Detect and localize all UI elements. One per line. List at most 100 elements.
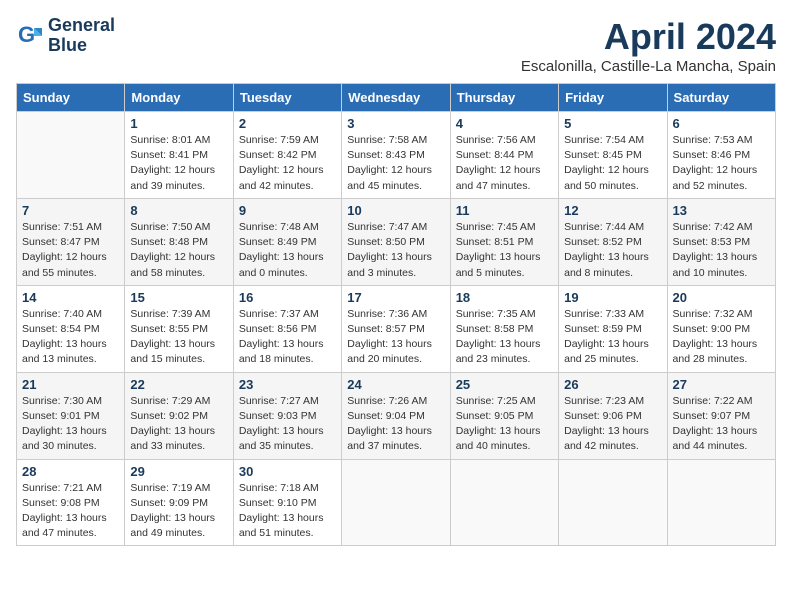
day-number: 26 (564, 377, 661, 392)
calendar-cell: 19 Sunrise: 7:33 AM Sunset: 8:59 PM Dayli… (559, 285, 667, 372)
calendar-cell: 12 Sunrise: 7:44 AM Sunset: 8:52 PM Dayli… (559, 198, 667, 285)
day-info: Sunrise: 7:37 AM Sunset: 8:56 PM Dayligh… (239, 307, 336, 368)
day-info: Sunrise: 7:27 AM Sunset: 9:03 PM Dayligh… (239, 394, 336, 455)
day-number: 9 (239, 203, 336, 218)
calendar-cell: 22 Sunrise: 7:29 AM Sunset: 9:02 PM Dayli… (125, 372, 233, 459)
calendar-week-row: 28 Sunrise: 7:21 AM Sunset: 9:08 PM Dayli… (17, 459, 776, 546)
logo-text: General Blue (48, 16, 115, 56)
day-number: 16 (239, 290, 336, 305)
day-info: Sunrise: 8:01 AM Sunset: 8:41 PM Dayligh… (130, 133, 227, 194)
day-number: 29 (130, 464, 227, 479)
weekday-header-friday: Friday (559, 84, 667, 112)
calendar-cell (342, 459, 450, 546)
day-number: 23 (239, 377, 336, 392)
calendar-week-row: 1 Sunrise: 8:01 AM Sunset: 8:41 PM Daylig… (17, 112, 776, 199)
day-info: Sunrise: 7:59 AM Sunset: 8:42 PM Dayligh… (239, 133, 336, 194)
calendar-cell: 17 Sunrise: 7:36 AM Sunset: 8:57 PM Dayli… (342, 285, 450, 372)
calendar-cell (17, 112, 125, 199)
day-info: Sunrise: 7:29 AM Sunset: 9:02 PM Dayligh… (130, 394, 227, 455)
calendar-cell: 16 Sunrise: 7:37 AM Sunset: 8:56 PM Dayli… (233, 285, 341, 372)
calendar-cell: 27 Sunrise: 7:22 AM Sunset: 9:07 PM Dayli… (667, 372, 775, 459)
day-number: 12 (564, 203, 661, 218)
calendar-cell: 29Sunrise: 7:19 AM Sunset: 9:09 PM Dayli… (125, 459, 233, 546)
day-info: Sunrise: 7:26 AM Sunset: 9:04 PM Dayligh… (347, 394, 444, 455)
calendar-cell: 5Sunrise: 7:54 AM Sunset: 8:45 PM Daylig… (559, 112, 667, 199)
day-number: 1 (130, 116, 227, 131)
calendar-body: 1 Sunrise: 8:01 AM Sunset: 8:41 PM Daylig… (17, 112, 776, 546)
calendar-cell: 13Sunrise: 7:42 AM Sunset: 8:53 PM Dayli… (667, 198, 775, 285)
day-info: Sunrise: 7:48 AM Sunset: 8:49 PM Dayligh… (239, 220, 336, 281)
day-number: 2 (239, 116, 336, 131)
calendar-cell: 25 Sunrise: 7:25 AM Sunset: 9:05 PM Dayli… (450, 372, 558, 459)
day-number: 25 (456, 377, 553, 392)
calendar-cell: 28 Sunrise: 7:21 AM Sunset: 9:08 PM Dayli… (17, 459, 125, 546)
calendar-cell (667, 459, 775, 546)
calendar-cell: 1 Sunrise: 8:01 AM Sunset: 8:41 PM Daylig… (125, 112, 233, 199)
day-info: Sunrise: 7:36 AM Sunset: 8:57 PM Dayligh… (347, 307, 444, 368)
day-number: 28 (22, 464, 119, 479)
day-number: 15 (130, 290, 227, 305)
day-number: 10 (347, 203, 444, 218)
day-number: 18 (456, 290, 553, 305)
weekday-header-sunday: Sunday (17, 84, 125, 112)
day-info: Sunrise: 7:47 AM Sunset: 8:50 PM Dayligh… (347, 220, 444, 281)
title-block: April 2024 Escalonilla, Castille-La Manc… (521, 16, 776, 75)
day-info: Sunrise: 7:25 AM Sunset: 9:05 PM Dayligh… (456, 394, 553, 455)
day-number: 11 (456, 203, 553, 218)
day-number: 13 (673, 203, 770, 218)
day-info: Sunrise: 7:35 AM Sunset: 8:58 PM Dayligh… (456, 307, 553, 368)
day-number: 22 (130, 377, 227, 392)
calendar-week-row: 7Sunrise: 7:51 AM Sunset: 8:47 PM Daylig… (17, 198, 776, 285)
day-info: Sunrise: 7:45 AM Sunset: 8:51 PM Dayligh… (456, 220, 553, 281)
month-title: April 2024 (521, 16, 776, 58)
page-header: G General Blue April 2024 Escalonilla, C… (16, 16, 776, 75)
day-info: Sunrise: 7:51 AM Sunset: 8:47 PM Dayligh… (22, 220, 119, 281)
day-info: Sunrise: 7:33 AM Sunset: 8:59 PM Dayligh… (564, 307, 661, 368)
day-info: Sunrise: 7:40 AM Sunset: 8:54 PM Dayligh… (22, 307, 119, 368)
day-number: 20 (673, 290, 770, 305)
calendar-cell: 11 Sunrise: 7:45 AM Sunset: 8:51 PM Dayli… (450, 198, 558, 285)
calendar-header: SundayMondayTuesdayWednesdayThursdayFrid… (17, 84, 776, 112)
day-info: Sunrise: 7:50 AM Sunset: 8:48 PM Dayligh… (130, 220, 227, 281)
calendar-cell: 15Sunrise: 7:39 AM Sunset: 8:55 PM Dayli… (125, 285, 233, 372)
calendar-cell: 8 Sunrise: 7:50 AM Sunset: 8:48 PM Daylig… (125, 198, 233, 285)
day-number: 8 (130, 203, 227, 218)
calendar-cell (450, 459, 558, 546)
day-number: 30 (239, 464, 336, 479)
calendar-cell: 21Sunrise: 7:30 AM Sunset: 9:01 PM Dayli… (17, 372, 125, 459)
calendar-cell (559, 459, 667, 546)
calendar-cell: 7Sunrise: 7:51 AM Sunset: 8:47 PM Daylig… (17, 198, 125, 285)
day-number: 24 (347, 377, 444, 392)
calendar-cell: 6 Sunrise: 7:53 AM Sunset: 8:46 PM Daylig… (667, 112, 775, 199)
weekday-header-row: SundayMondayTuesdayWednesdayThursdayFrid… (17, 84, 776, 112)
day-number: 21 (22, 377, 119, 392)
day-number: 3 (347, 116, 444, 131)
day-info: Sunrise: 7:56 AM Sunset: 8:44 PM Dayligh… (456, 133, 553, 194)
calendar-cell: 26Sunrise: 7:23 AM Sunset: 9:06 PM Dayli… (559, 372, 667, 459)
day-info: Sunrise: 7:44 AM Sunset: 8:52 PM Dayligh… (564, 220, 661, 281)
calendar-cell: 9 Sunrise: 7:48 AM Sunset: 8:49 PM Daylig… (233, 198, 341, 285)
day-number: 6 (673, 116, 770, 131)
calendar-cell: 3Sunrise: 7:58 AM Sunset: 8:43 PM Daylig… (342, 112, 450, 199)
calendar-cell: 30Sunrise: 7:18 AM Sunset: 9:10 PM Dayli… (233, 459, 341, 546)
weekday-header-tuesday: Tuesday (233, 84, 341, 112)
calendar-cell: 20 Sunrise: 7:32 AM Sunset: 9:00 PM Dayli… (667, 285, 775, 372)
day-info: Sunrise: 7:22 AM Sunset: 9:07 PM Dayligh… (673, 394, 770, 455)
calendar-week-row: 14 Sunrise: 7:40 AM Sunset: 8:54 PM Dayli… (17, 285, 776, 372)
day-number: 27 (673, 377, 770, 392)
calendar-cell: 18 Sunrise: 7:35 AM Sunset: 8:58 PM Dayli… (450, 285, 558, 372)
day-info: Sunrise: 7:32 AM Sunset: 9:00 PM Dayligh… (673, 307, 770, 368)
day-number: 19 (564, 290, 661, 305)
calendar-cell: 24 Sunrise: 7:26 AM Sunset: 9:04 PM Dayli… (342, 372, 450, 459)
day-info: Sunrise: 7:21 AM Sunset: 9:08 PM Dayligh… (22, 481, 119, 542)
location-subtitle: Escalonilla, Castille-La Mancha, Spain (521, 58, 776, 75)
day-number: 14 (22, 290, 119, 305)
calendar-cell: 4 Sunrise: 7:56 AM Sunset: 8:44 PM Daylig… (450, 112, 558, 199)
day-number: 17 (347, 290, 444, 305)
weekday-header-monday: Monday (125, 84, 233, 112)
day-number: 4 (456, 116, 553, 131)
weekday-header-thursday: Thursday (450, 84, 558, 112)
day-info: Sunrise: 7:54 AM Sunset: 8:45 PM Dayligh… (564, 133, 661, 194)
svg-text:G: G (18, 22, 35, 47)
day-info: Sunrise: 7:53 AM Sunset: 8:46 PM Dayligh… (673, 133, 770, 194)
